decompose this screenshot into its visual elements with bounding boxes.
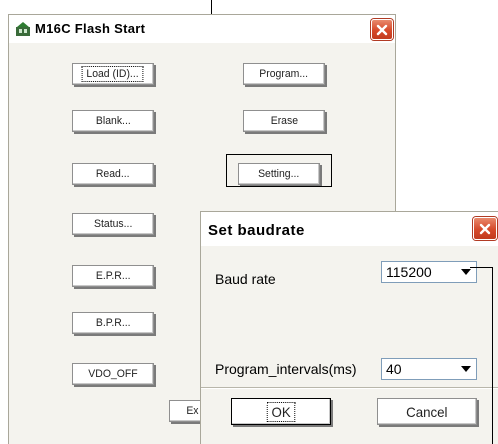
blank-button[interactable]: Blank... <box>72 110 154 132</box>
bpr-label: B.P.R... <box>95 317 131 329</box>
app-icon <box>15 21 31 37</box>
status-button[interactable]: Status... <box>72 213 154 235</box>
bpr-button[interactable]: B.P.R... <box>72 312 154 334</box>
epr-label: E.P.R... <box>95 270 131 282</box>
load-id-label: Load (ID)... <box>82 66 144 82</box>
set-baudrate-dialog: Set baudrate Baud rate 115200 Program_in… <box>200 211 498 444</box>
ok-button[interactable]: OK <box>231 398 331 425</box>
baud-rate-label: Baud rate <box>215 271 276 287</box>
baud-rate-value: 115200 <box>386 264 432 280</box>
callout-line <box>492 267 493 444</box>
dialog-title: Set baudrate <box>208 222 305 239</box>
status-label: Status... <box>93 218 133 230</box>
baud-rate-select[interactable]: 115200 <box>381 261 477 283</box>
close-icon <box>479 223 491 234</box>
epr-button[interactable]: E.P.R... <box>72 265 154 287</box>
title-bar[interactable]: M16C Flash Start <box>9 15 395 43</box>
dialog-close-button[interactable] <box>473 217 497 240</box>
setting-highlight-box <box>226 154 332 187</box>
erase-button[interactable]: Erase <box>243 110 325 132</box>
window-title: M16C Flash Start <box>35 21 146 36</box>
blank-label: Blank... <box>95 115 131 127</box>
callout-line <box>470 267 492 268</box>
ok-label: OK <box>266 401 296 422</box>
program-button[interactable]: Program... <box>243 63 325 85</box>
read-label: Read... <box>96 168 130 180</box>
read-button[interactable]: Read... <box>72 163 154 185</box>
dialog-divider <box>201 387 498 389</box>
exit-label: Ex <box>186 405 199 417</box>
program-intervals-value: 40 <box>386 361 402 377</box>
program-intervals-label: Program_intervals(ms) <box>215 361 357 377</box>
program-intervals-select[interactable]: 40 <box>381 358 477 380</box>
cancel-label: Cancel <box>406 403 448 420</box>
dialog-title-bar[interactable]: Set baudrate <box>201 212 498 246</box>
chevron-down-icon[interactable] <box>457 360 475 378</box>
close-button[interactable] <box>371 19 393 40</box>
vdo-off-button[interactable]: VDO_OFF <box>72 363 154 385</box>
vdo-off-label: VDO_OFF <box>88 368 138 380</box>
load-id-button[interactable]: Load (ID)... <box>72 63 154 85</box>
program-label: Program... <box>259 68 309 80</box>
chevron-down-icon[interactable] <box>457 263 475 281</box>
erase-label: Erase <box>270 115 298 127</box>
close-icon <box>376 24 388 35</box>
cancel-button[interactable]: Cancel <box>377 398 477 425</box>
